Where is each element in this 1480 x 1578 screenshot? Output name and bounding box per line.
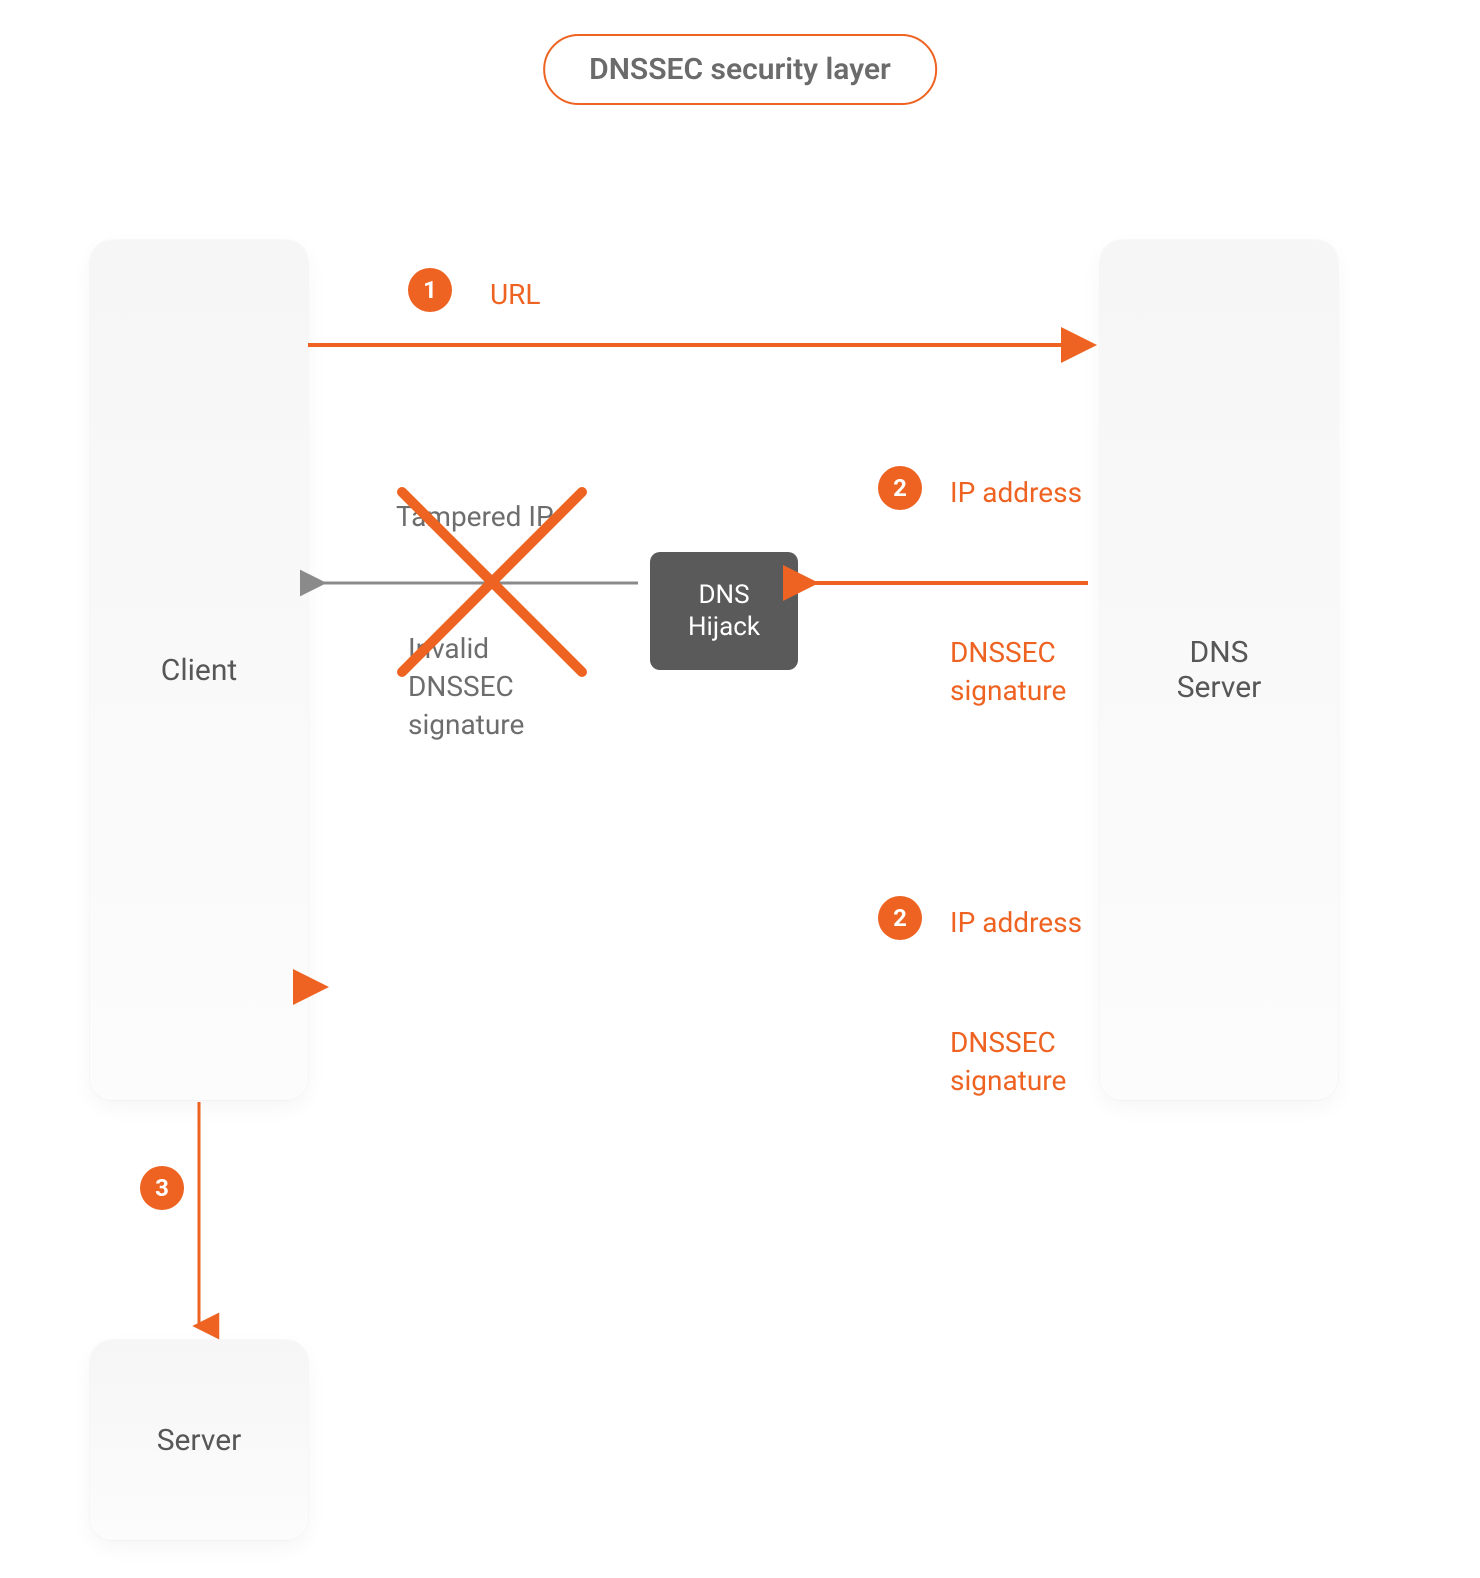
step-badge-2b: 2	[878, 896, 922, 940]
arrow-hijack-to-client-blocked	[308, 568, 650, 598]
dns-hijack-node: DNS Hijack	[650, 552, 798, 670]
diagram-stage: DNSSEC security layer Client DNS Server …	[0, 0, 1480, 1578]
step-number: 3	[155, 1174, 169, 1202]
server-node: Server	[90, 1340, 308, 1540]
dns-server-label: DNS Server	[1177, 635, 1262, 705]
dns-hijack-label: DNS Hijack	[688, 579, 760, 644]
server-label: Server	[157, 1423, 242, 1458]
dns-server-node: DNS Server	[1100, 240, 1338, 1100]
label-dnssec-signature-1: DNSSEC signature	[950, 634, 1066, 710]
label-ip-address-2: IP address	[950, 904, 1082, 942]
step-badge-1: 1	[408, 268, 452, 312]
arrow-dns-to-hijack	[798, 568, 1100, 598]
step-number: 1	[423, 276, 437, 304]
diagram-title: DNSSEC security layer	[589, 52, 891, 87]
step-badge-3: 3	[140, 1166, 184, 1210]
label-dnssec-signature-2: DNSSEC signature	[950, 1024, 1066, 1100]
label-tampered-ip: Tampered IP	[396, 498, 554, 536]
client-node: Client	[90, 240, 308, 1100]
arrow-url	[308, 330, 1100, 360]
step-number: 2	[893, 474, 907, 502]
label-url: URL	[490, 276, 541, 314]
client-label: Client	[161, 653, 237, 688]
label-ip-address-1: IP address	[950, 474, 1082, 512]
arrow-dns-to-client	[308, 972, 1100, 1002]
step-number: 2	[893, 904, 907, 932]
diagram-title-pill: DNSSEC security layer	[543, 34, 937, 105]
arrow-client-to-server	[184, 1102, 214, 1338]
step-badge-2a: 2	[878, 466, 922, 510]
label-invalid-signature: Invalid DNSSEC signature	[408, 630, 524, 743]
